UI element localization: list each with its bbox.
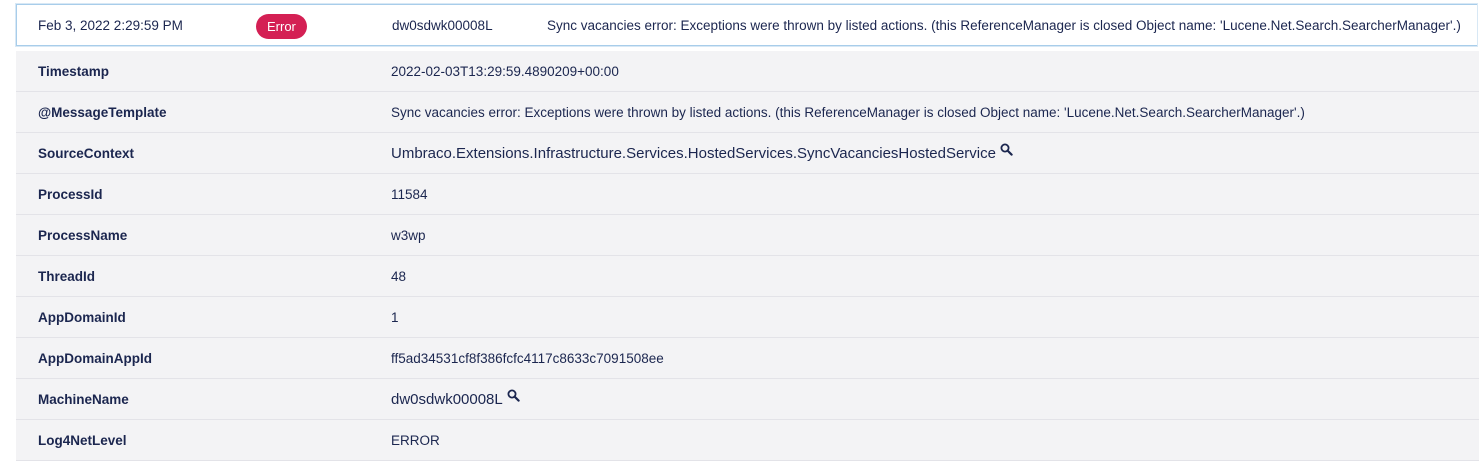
search-icon[interactable]	[1000, 131, 1013, 172]
property-value: 2022-02-03T13:29:59.4890209+00:00	[391, 64, 619, 79]
level-badge: Error	[256, 14, 307, 39]
log-message: Sync vacancies error: Exceptions were th…	[547, 18, 1461, 33]
property-value: ERROR	[391, 433, 440, 448]
property-value-wrapper: dw0sdwk00008L	[391, 379, 520, 420]
log-entry-row[interactable]: Feb 3, 2022 2:29:59 PM Error dw0sdwk0000…	[16, 4, 1477, 46]
log-timestamp: Feb 3, 2022 2:29:59 PM	[38, 18, 183, 33]
property-value: 11584	[391, 187, 428, 202]
property-key: ProcessId	[38, 187, 103, 202]
property-row-source-context: SourceContext Umbraco.Extensions.Infrast…	[16, 133, 1479, 174]
property-row-process-id: ProcessId 11584	[16, 174, 1479, 215]
property-row-process-name: ProcessName w3wp	[16, 215, 1479, 256]
property-key: SourceContext	[38, 146, 135, 161]
property-row-timestamp: Timestamp 2022-02-03T13:29:59.4890209+00…	[16, 51, 1479, 92]
property-value-wrapper: Umbraco.Extensions.Infrastructure.Servic…	[391, 133, 1013, 174]
property-key: Log4NetLevel	[38, 433, 127, 448]
property-row-app-domain-app-id: AppDomainAppId ff5ad34531cf8f386fcfc4117…	[16, 338, 1479, 379]
property-row-thread-id: ThreadId 48	[16, 256, 1479, 297]
property-key: AppDomainId	[38, 310, 126, 325]
property-key: ThreadId	[38, 269, 96, 284]
property-row-app-domain-id: AppDomainId 1	[16, 297, 1479, 338]
property-value: dw0sdwk00008L	[391, 391, 503, 408]
property-key: ProcessName	[38, 228, 128, 243]
property-key: MachineName	[38, 392, 129, 407]
property-value: Umbraco.Extensions.Infrastructure.Servic…	[391, 145, 996, 162]
property-key: @MessageTemplate	[38, 105, 167, 120]
property-row-message-template: @MessageTemplate Sync vacancies error: E…	[16, 92, 1479, 133]
log-properties-table: Timestamp 2022-02-03T13:29:59.4890209+00…	[16, 51, 1479, 461]
property-row-machine-name: MachineName dw0sdwk00008L	[16, 379, 1479, 420]
property-row-log4net-level: Log4NetLevel ERROR	[16, 420, 1479, 461]
property-value: w3wp	[391, 228, 426, 243]
property-key: Timestamp	[38, 64, 110, 79]
search-icon[interactable]	[507, 377, 520, 418]
property-value: ff5ad34531cf8f386fcfc4117c8633c7091508ee	[391, 351, 664, 366]
property-value: 1	[391, 310, 399, 325]
property-value: Sync vacancies error: Exceptions were th…	[391, 105, 1305, 120]
log-machine-name: dw0sdwk00008L	[392, 18, 493, 33]
property-value: 48	[391, 269, 407, 284]
log-viewer: Feb 3, 2022 2:29:59 PM Error dw0sdwk0000…	[0, 0, 1479, 467]
property-key: AppDomainAppId	[38, 351, 152, 366]
